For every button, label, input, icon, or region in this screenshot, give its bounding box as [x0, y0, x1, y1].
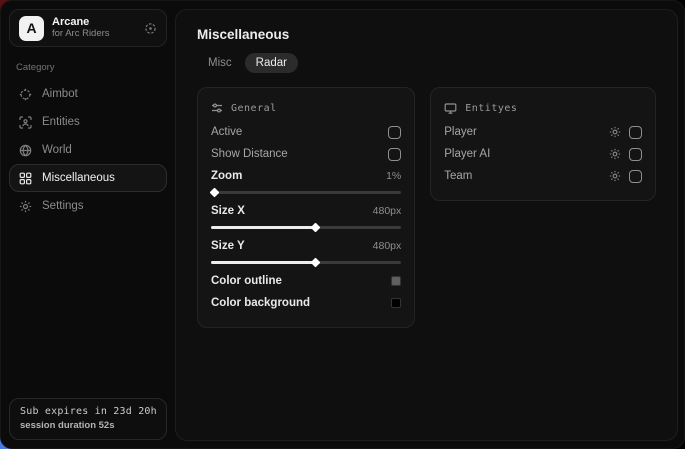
- size-y-value: 480px: [373, 240, 402, 252]
- slider-thumb[interactable]: [210, 188, 220, 198]
- main-panel: Miscellaneous Misc Radar General: [175, 9, 678, 441]
- sidebar-item-world[interactable]: World: [9, 136, 167, 164]
- tab-radar[interactable]: Radar: [245, 53, 298, 73]
- sidebar-nav: Aimbot Entities: [9, 80, 167, 220]
- gear-icon[interactable]: [609, 126, 621, 138]
- entity-row-player-ai: Player AI: [444, 143, 642, 165]
- color-background-row: Color background: [211, 292, 401, 314]
- tab-bar: Misc Radar: [197, 53, 656, 73]
- sidebar-item-settings[interactable]: Settings: [9, 192, 167, 220]
- entity-checkbox[interactable]: [629, 126, 642, 139]
- zoom-slider[interactable]: [211, 188, 401, 197]
- app-avatar: A: [19, 16, 44, 41]
- size-x-slider[interactable]: [211, 223, 401, 232]
- size-y-row: Size Y 480px: [211, 235, 401, 257]
- color-background-swatch[interactable]: [391, 298, 401, 308]
- entity-label: Player AI: [444, 148, 490, 160]
- size-x-label: Size X: [211, 205, 245, 217]
- slider-thumb[interactable]: [310, 223, 320, 233]
- zoom-label: Zoom: [211, 170, 242, 182]
- sidebar-item-miscellaneous[interactable]: Miscellaneous: [9, 164, 167, 192]
- entities-card-header: Entityes: [444, 99, 642, 117]
- sidebar-item-entities[interactable]: Entities: [9, 108, 167, 136]
- entity-row-team: Team: [444, 165, 642, 187]
- sidebar-item-label: Aimbot: [42, 88, 78, 100]
- size-x-value: 480px: [373, 205, 402, 217]
- active-checkbox[interactable]: [388, 126, 401, 139]
- subscription-card: Sub expires in 23d 20h session duration …: [9, 398, 167, 440]
- show-distance-checkbox[interactable]: [388, 148, 401, 161]
- general-card: General Active Show Distance Zoom 1%: [197, 87, 415, 328]
- crosshair-icon: [19, 88, 32, 101]
- target-icon[interactable]: [144, 22, 157, 35]
- sidebar-item-label: Entities: [42, 116, 80, 128]
- size-y-label: Size Y: [211, 240, 245, 252]
- gear-icon[interactable]: [609, 170, 621, 182]
- logo-text: Arcane for Arc Riders: [52, 16, 136, 40]
- logo-card: A Arcane for Arc Riders: [9, 9, 167, 47]
- entity-checkbox[interactable]: [629, 170, 642, 183]
- size-x-row: Size X 480px: [211, 200, 401, 222]
- zoom-row: Zoom 1%: [211, 165, 401, 187]
- category-label: Category: [16, 62, 160, 73]
- sidebar-item-label: Miscellaneous: [42, 172, 115, 184]
- scan-icon: [19, 116, 32, 129]
- sidebar-item-label: World: [42, 144, 72, 156]
- color-outline-swatch[interactable]: [391, 276, 401, 286]
- sidebar: A Arcane for Arc Riders Category: [1, 1, 175, 448]
- gear-icon: [19, 200, 32, 213]
- entity-row-player: Player: [444, 121, 642, 143]
- page-title: Miscellaneous: [197, 27, 656, 42]
- session-duration-text: session duration 52s: [20, 420, 156, 431]
- entity-label: Player: [444, 126, 477, 138]
- general-card-header: General: [211, 99, 401, 117]
- color-background-label: Color background: [211, 297, 310, 309]
- show-distance-label: Show Distance: [211, 148, 288, 160]
- color-outline-label: Color outline: [211, 275, 282, 287]
- entities-card-title: Entityes: [465, 103, 517, 114]
- zoom-value: 1%: [386, 170, 401, 182]
- general-card-title: General: [231, 103, 277, 114]
- monitor-icon: [444, 102, 457, 115]
- radar-content: General Active Show Distance Zoom 1%: [197, 87, 656, 328]
- app-subtitle: for Arc Riders: [52, 29, 136, 40]
- entity-checkbox[interactable]: [629, 148, 642, 161]
- slider-fill: [211, 261, 316, 264]
- tab-misc[interactable]: Misc: [197, 53, 243, 73]
- entity-label: Team: [444, 170, 472, 182]
- active-label: Active: [211, 126, 242, 138]
- app-window: A Arcane for Arc Riders Category: [0, 0, 685, 449]
- slider-track: [211, 191, 401, 194]
- slider-thumb[interactable]: [310, 258, 320, 268]
- globe-icon: [19, 144, 32, 157]
- slider-fill: [211, 226, 316, 229]
- sidebar-item-aimbot[interactable]: Aimbot: [9, 80, 167, 108]
- color-outline-row: Color outline: [211, 270, 401, 292]
- grid-icon: [19, 172, 32, 185]
- size-y-slider[interactable]: [211, 258, 401, 267]
- show-distance-row: Show Distance: [211, 143, 401, 165]
- sliders-icon: [211, 102, 223, 114]
- gear-icon[interactable]: [609, 148, 621, 160]
- active-row: Active: [211, 121, 401, 143]
- sidebar-item-label: Settings: [42, 200, 84, 212]
- app-name: Arcane: [52, 16, 136, 29]
- entities-card: Entityes Player P: [430, 87, 656, 201]
- sub-expiry-text: Sub expires in 23d 20h: [20, 406, 156, 417]
